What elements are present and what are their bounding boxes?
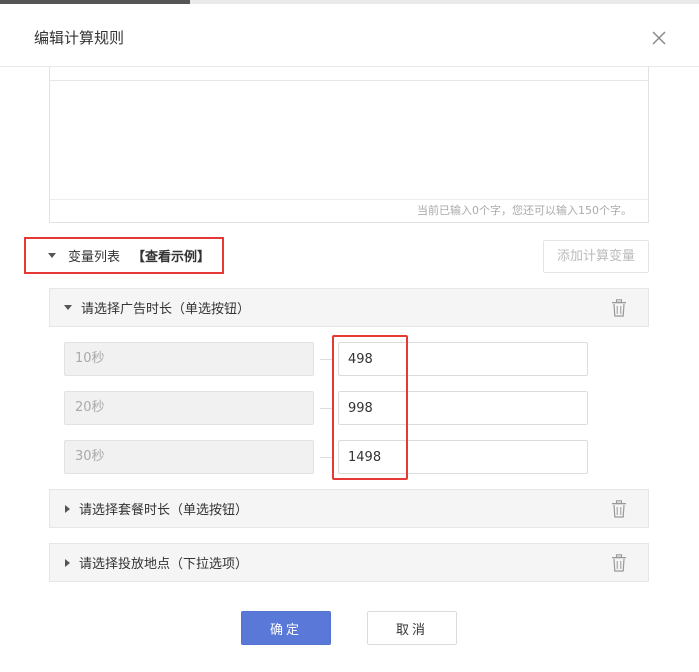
add-variable-button[interactable]: 添加计算变量 <box>543 240 649 273</box>
variable-group-placement-location[interactable]: 请选择投放地点（下拉选项） <box>49 543 649 582</box>
group-label: 请选择套餐时长（单选按钮） <box>79 503 249 518</box>
variable-list-label: 变量列表 <box>68 250 121 265</box>
caret-right-icon <box>65 504 70 513</box>
char-counter: 当前已输入0个字，您还可以输入150个字。 <box>50 199 648 222</box>
option-label: 30秒 <box>64 440 314 474</box>
view-example-link[interactable]: 【查看示例】 <box>132 246 210 265</box>
trash-icon[interactable] <box>611 299 627 317</box>
option-value-input[interactable] <box>338 391 588 425</box>
group-label: 请选择投放地点（下拉选项） <box>79 557 249 572</box>
formula-textarea[interactable]: 当前已输入0个字，您还可以输入150个字。 <box>49 67 649 223</box>
option-value-input[interactable] <box>338 440 588 474</box>
option-separator <box>320 457 332 458</box>
variable-list-toggle[interactable]: 变量列表 【查看示例】 <box>24 237 224 274</box>
toolbar-divider <box>50 80 648 81</box>
caret-down-icon <box>48 253 56 258</box>
dialog-header: 编辑计算规则 <box>0 4 699 67</box>
variable-group-package-duration[interactable]: 请选择套餐时长（单选按钮） <box>49 489 649 528</box>
caret-down-icon <box>64 305 72 310</box>
caret-right-icon <box>65 558 70 567</box>
option-separator <box>320 408 332 409</box>
dialog-title: 编辑计算规则 <box>34 29 125 47</box>
confirm-button[interactable]: 确定 <box>241 611 331 645</box>
cancel-button[interactable]: 取消 <box>367 611 457 645</box>
option-separator <box>320 359 332 360</box>
option-label: 10秒 <box>64 342 314 376</box>
trash-icon[interactable] <box>611 500 627 518</box>
trash-icon[interactable] <box>611 554 627 572</box>
group-label: 请选择广告时长（单选按钮） <box>81 302 251 317</box>
variable-group-ad-duration[interactable]: 请选择广告时长（单选按钮） <box>49 288 649 327</box>
option-value-input[interactable] <box>338 342 588 376</box>
option-label: 20秒 <box>64 391 314 425</box>
close-icon[interactable] <box>650 29 668 47</box>
